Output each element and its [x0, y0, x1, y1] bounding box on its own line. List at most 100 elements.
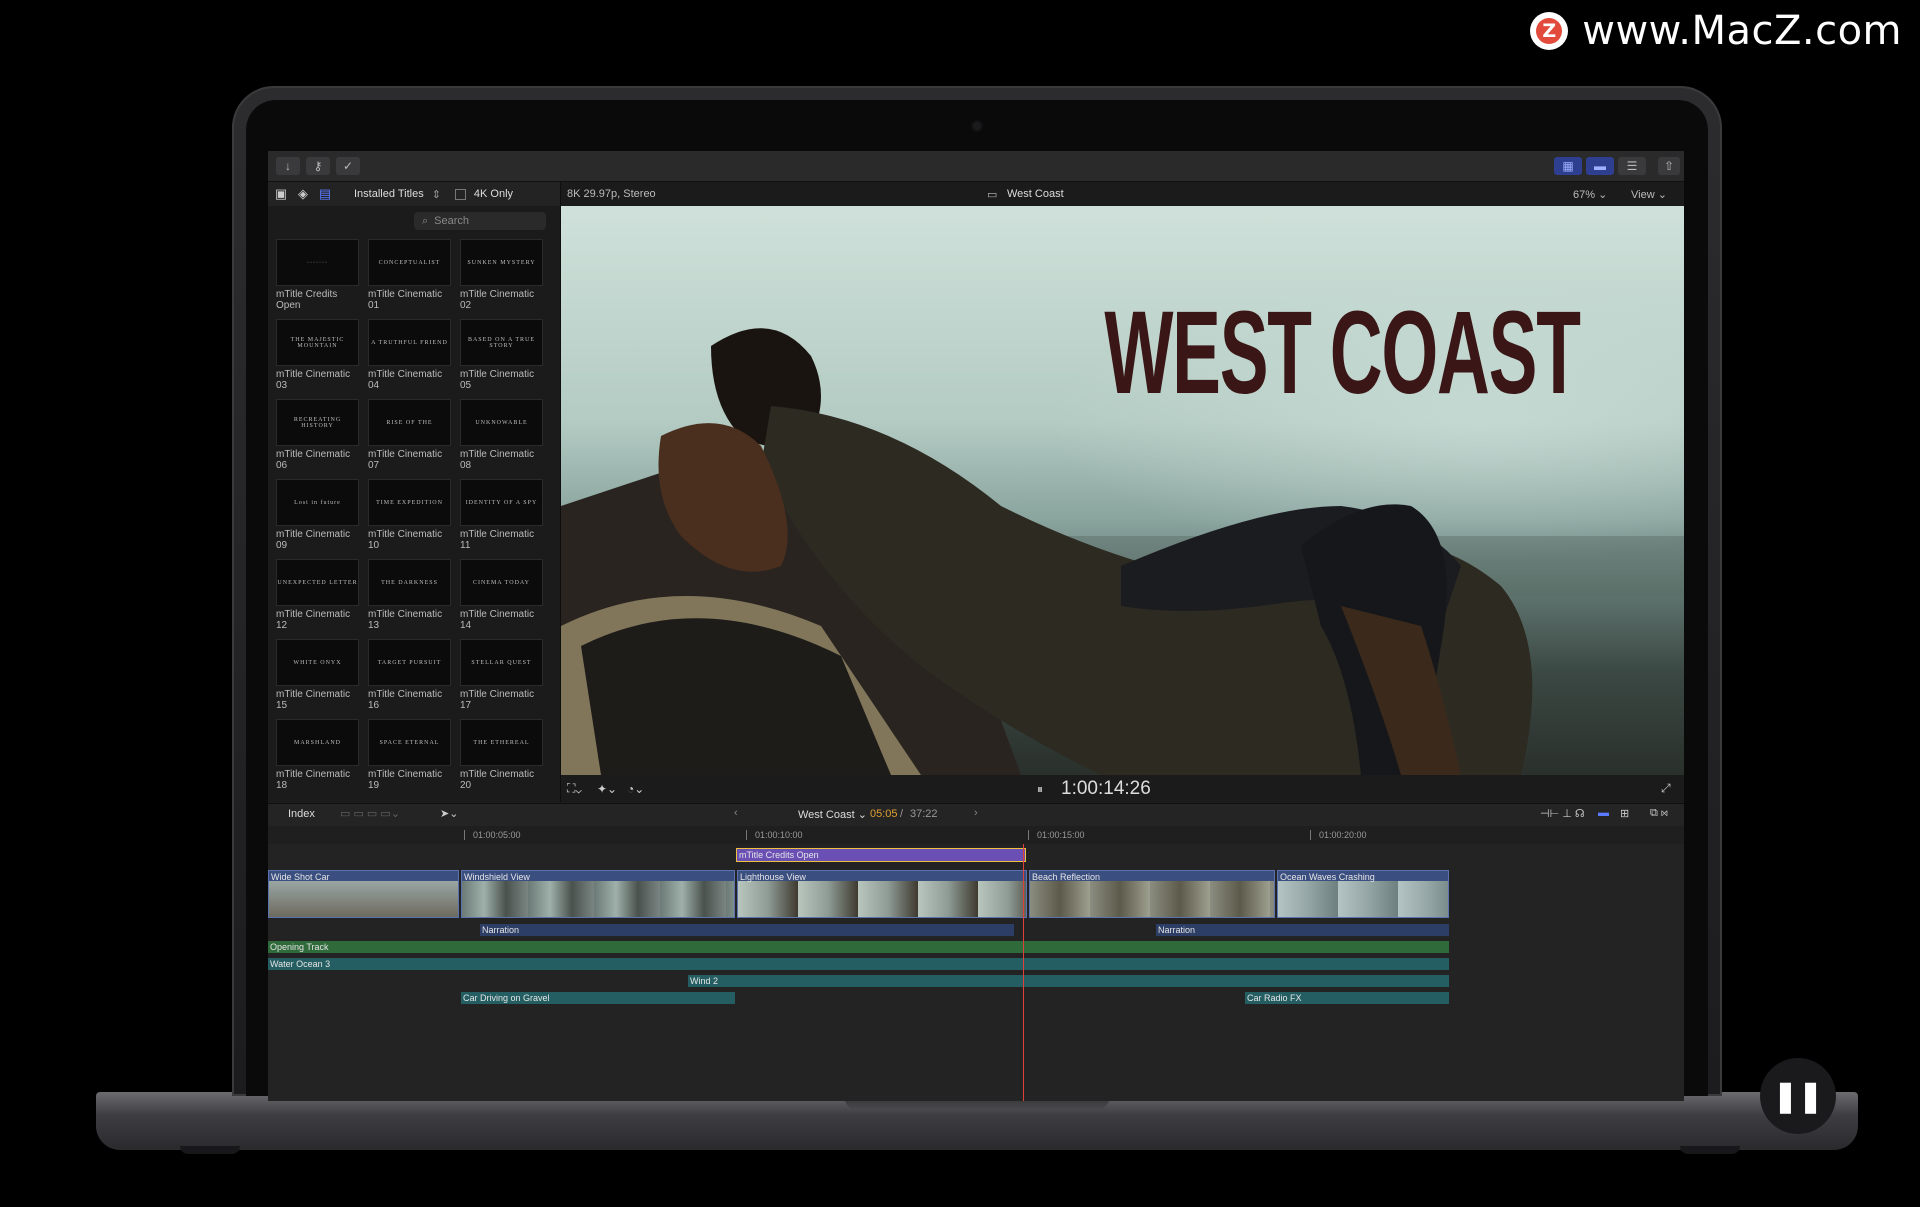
snapping-icon[interactable]: ▬ — [1598, 807, 1609, 819]
title-label: mTitle Cinematic 11 — [460, 529, 535, 551]
title-tile[interactable]: A TRUTHFUL FRIEND mTitle Cinematic 04 — [368, 319, 451, 393]
installed-titles-popup[interactable]: Installed Titles — [354, 188, 424, 200]
macz-logo-icon: Z — [1530, 12, 1569, 50]
title-label: mTitle Cinematic 06 — [276, 449, 351, 471]
back-arrow-icon[interactable]: ‹ — [734, 807, 738, 819]
check-circle-icon: ✓ — [342, 159, 354, 173]
skimming-icons[interactable]: ⊣⊢ ⊥ ☊ — [1540, 807, 1585, 820]
title-tile[interactable]: BASED ON A TRUE STORY mTitle Cinematic 05 — [460, 319, 543, 393]
timeline-toolbar: Index ▭ ▭ ▭ ▭⌄ ➤⌄ ‹ West Coast ⌄ 05:05 /… — [268, 803, 1684, 827]
narration-clip-2[interactable]: Narration — [1156, 924, 1449, 936]
ruler-tick: 01:00:20:00 — [1310, 830, 1367, 840]
playhead[interactable] — [1023, 844, 1024, 1101]
title-grid: ······· mTitle Credits Open CONCEPTUALIST m… — [276, 239, 552, 793]
watermark: Z www.MacZ.com — [1530, 8, 1902, 54]
laptop-foot-right — [1680, 1146, 1740, 1154]
title-label: mTitle Cinematic 02 — [460, 289, 535, 311]
video-clip-windshield-view[interactable]: Windshield View — [461, 870, 735, 918]
bezel: ↓ ⚷ ✓ ▦ ▬ ☰ ⇧ ▣ ◈ ▤ Installed Titles ⇕ 4… — [246, 100, 1708, 1101]
title-thumbnail: THE ETHEREAL — [460, 719, 543, 766]
retime-icon[interactable]: ◔⌄ — [627, 782, 644, 796]
clip-label: Ocean Waves Crashing — [1280, 872, 1375, 882]
title-tile[interactable]: Lost in future mTitle Cinematic 09 — [276, 479, 359, 553]
title-thumbnail: SPACE ETERNAL — [368, 719, 451, 766]
video-clip-ocean-waves[interactable]: Ocean Waves Crashing — [1277, 870, 1449, 918]
laptop-lid: ↓ ⚷ ✓ ▦ ▬ ☰ ⇧ ▣ ◈ ▤ Installed Titles ⇕ 4… — [232, 86, 1722, 1101]
water-ocean-clip[interactable]: Water Ocean 3 — [268, 958, 1449, 970]
title-tile[interactable]: IDENTITY OF A SPY mTitle Cinematic 11 — [460, 479, 543, 553]
select-tool-icon[interactable]: ➤⌄ — [440, 807, 458, 820]
title-tile[interactable]: TARGET PURSUIT mTitle Cinematic 16 — [368, 639, 451, 713]
video-clip-wide-shot-car[interactable]: Wide Shot Car — [268, 870, 459, 918]
transform-icon[interactable]: ⛶⌄ — [567, 781, 582, 796]
title-tile[interactable]: THE ETHEREAL mTitle Cinematic 20 — [460, 719, 543, 793]
title-thumbnail: BASED ON A TRUE STORY — [460, 319, 543, 366]
video-frame[interactable]: WEST COAST — [561, 206, 1684, 775]
view-popup[interactable]: View ⌄ — [1631, 188, 1667, 201]
pause-icon[interactable]: ⏸ — [1037, 782, 1043, 797]
share-button[interactable]: ⇧ — [1658, 157, 1680, 175]
title-tile[interactable]: WHITE ONYX mTitle Cinematic 15 — [276, 639, 359, 713]
title-tile[interactable]: SUNKEN MYSTERY mTitle Cinematic 02 — [460, 239, 543, 313]
title-label: mTitle Credits Open — [276, 289, 338, 311]
index-button[interactable]: Index — [288, 808, 315, 820]
narration-clip-1[interactable]: Narration — [480, 924, 1014, 936]
title-clip[interactable]: mTitle Credits Open — [736, 848, 1026, 862]
title-tile[interactable]: RISE OF THE mTitle Cinematic 07 — [368, 399, 451, 473]
effects-browser-icon[interactable]: ⧉ ⋈ — [1650, 807, 1668, 820]
title-label: mTitle Cinematic 19 — [368, 769, 443, 791]
inspector-toggle-button[interactable]: ☰ — [1618, 157, 1646, 175]
clip-appearance-icon[interactable]: ⊞ — [1620, 807, 1629, 820]
clapper-icon[interactable]: ▣ — [274, 187, 288, 201]
fullscreen-icon[interactable]: ⤢ — [1661, 781, 1671, 796]
timeline[interactable]: 01:00:05:00 01:00:10:00 01:00:15:00 01:0… — [268, 826, 1684, 1101]
pause-button[interactable]: ❚❚ — [1760, 1058, 1836, 1134]
title-tile[interactable]: CONCEPTUALIST mTitle Cinematic 01 — [368, 239, 451, 313]
car-radio-clip[interactable]: Car Radio FX — [1245, 992, 1449, 1004]
sliders-icon: ☰ — [1626, 159, 1638, 173]
timeline-ruler[interactable]: 01:00:05:00 01:00:10:00 01:00:15:00 01:0… — [268, 826, 1684, 844]
timeline-toggle-button[interactable]: ▬ — [1586, 157, 1614, 175]
photos-icon[interactable]: ◈ — [296, 187, 310, 201]
title-tile[interactable]: CINEMA TODAY mTitle Cinematic 14 — [460, 559, 543, 633]
title-thumbnail: STELLAR QUEST — [460, 639, 543, 686]
clip-label: Wide Shot Car — [271, 872, 330, 882]
title-tile[interactable]: THE DARKNESS mTitle Cinematic 13 — [368, 559, 451, 633]
title-label: mTitle Cinematic 14 — [460, 609, 535, 631]
title-thumbnail: CONCEPTUALIST — [368, 239, 451, 286]
4k-only-checkbox[interactable] — [454, 188, 466, 200]
video-clip-lighthouse-view[interactable]: Lighthouse View — [737, 870, 1027, 918]
search-input[interactable]: ⌕ Search — [414, 212, 546, 230]
forward-arrow-icon[interactable]: › — [974, 807, 978, 819]
title-tile[interactable]: TIME EXPEDITION mTitle Cinematic 10 — [368, 479, 451, 553]
title-label: mTitle Cinematic 09 — [276, 529, 351, 551]
video-clip-beach-reflection[interactable]: Beach Reflection — [1029, 870, 1275, 918]
enhance-icon[interactable]: ✦⌄ — [597, 782, 617, 796]
title-tile[interactable]: UNKNOWABLE mTitle Cinematic 08 — [460, 399, 543, 473]
import-button[interactable]: ↓ — [276, 157, 300, 175]
title-tile[interactable]: UNEXPECTED LETTER mTitle Cinematic 12 — [276, 559, 359, 633]
title-tile[interactable]: STELLAR QUEST mTitle Cinematic 17 — [460, 639, 543, 713]
clip-thumbnails — [738, 881, 1026, 917]
opening-track-clip[interactable]: Opening Track — [268, 941, 1449, 953]
browser-header: ▣ ◈ ▤ Installed Titles ⇕ 4K Only — [268, 182, 560, 206]
title-tile[interactable]: RECREATING HISTORY mTitle Cinematic 06 — [276, 399, 359, 473]
viewer-header: 8K 29.97p, Stereo ▭ West Coast 67% ⌄ Vie… — [561, 182, 1684, 206]
key-icon: ⚷ — [313, 159, 323, 173]
background-tasks-button[interactable]: ✓ — [336, 157, 360, 175]
edit-tools-icons[interactable]: ▭ ▭ ▭ ▭⌄ — [340, 807, 400, 820]
zoom-popup[interactable]: 67% ⌄ — [1573, 188, 1607, 201]
browser-toggle-button[interactable]: ▦ — [1554, 157, 1582, 175]
title-thumbnail: THE DARKNESS — [368, 559, 451, 606]
viewer-project-name: West Coast — [1007, 188, 1064, 200]
keywords-button[interactable]: ⚷ — [306, 157, 330, 175]
titles-icon[interactable]: ▤ — [318, 187, 332, 201]
title-thumbnail: SUNKEN MYSTERY — [460, 239, 543, 286]
timeline-project-popup[interactable]: West Coast ⌄ — [798, 808, 867, 821]
title-tile[interactable]: SPACE ETERNAL mTitle Cinematic 19 — [368, 719, 451, 793]
title-tile[interactable]: ······· mTitle Credits Open — [276, 239, 359, 313]
title-tile[interactable]: THE MAJESTIC MOUNTAIN mTitle Cinematic 03 — [276, 319, 359, 393]
car-gravel-clip[interactable]: Car Driving on Gravel — [461, 992, 735, 1004]
wind-clip[interactable]: Wind 2 — [688, 975, 1449, 987]
title-tile[interactable]: MARSHLAND mTitle Cinematic 18 — [276, 719, 359, 793]
